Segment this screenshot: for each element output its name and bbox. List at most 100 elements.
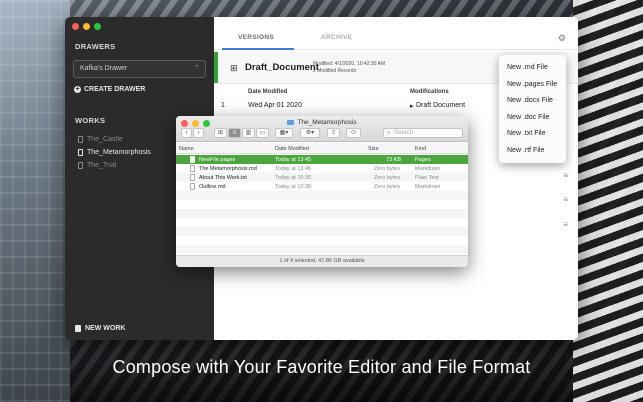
document-title: Draft_Document (245, 62, 319, 73)
work-item-the-metamorphosis[interactable]: The_Metamorphosis (78, 146, 151, 159)
empty-row-stripe (176, 191, 468, 200)
new-file-format-menu: New .md File New .pages File New .docx F… (499, 55, 566, 163)
file-kind: Markdown (415, 165, 441, 172)
document-meta: Modified: 4/1/2020, 10:42:30 AM 2 Modifi… (313, 61, 385, 74)
finder-title: The_Metamorphosis (176, 119, 468, 126)
file-date: Today at 10:30 (275, 183, 312, 190)
group-by-button[interactable]: ▦▾ (275, 128, 293, 138)
document-icon (78, 136, 83, 143)
finder-search-input[interactable]: ⌕ Search (383, 128, 463, 138)
file-row[interactable]: Outline.md Today at 10:30 Zero bytes Mar… (176, 182, 468, 191)
forward-button[interactable]: › (193, 128, 204, 138)
file-name: Outline.md (199, 183, 226, 190)
gear-icon[interactable]: ⚙ (558, 33, 566, 44)
row-index: 1 (221, 102, 225, 109)
document-modified: Modified: 4/1/2020, 10:42:30 AM (313, 61, 385, 67)
file-row[interactable]: NewFile.pages Today at 13:45 73 KB Pages (176, 155, 468, 164)
menu-item-new-doc[interactable]: New .doc File (499, 110, 566, 127)
column-view-button[interactable]: ▥ (242, 128, 255, 138)
col-date-modified[interactable]: Date Modified (275, 146, 309, 152)
search-placeholder: Search (394, 130, 414, 136)
file-icon (190, 183, 195, 190)
menu-item-new-md[interactable]: New .md File (499, 60, 566, 77)
work-item-the-trial[interactable]: The_Trial (78, 159, 151, 172)
action-gear-button[interactable]: ⚙▾ (300, 128, 320, 138)
minimize-button[interactable] (83, 23, 90, 30)
menu-item-new-rtf[interactable]: New .rtf File (499, 143, 566, 160)
tab-bar: VERSIONS ARCHIVE ⚙ (214, 17, 578, 50)
tab-archive[interactable]: ARCHIVE (321, 34, 352, 41)
close-button[interactable] (72, 23, 79, 30)
finder-toolbar: The_Metamorphosis ‹ › ⊞ ≡ ▥ ▭ ▦▾ ⚙▾ ⇪ ⬭ … (176, 116, 468, 142)
menu-item-new-pages[interactable]: New .pages File (499, 77, 566, 94)
plus-circle-icon: + (74, 86, 81, 93)
works-heading: WORKS (75, 116, 106, 125)
file-date: Today at 13:45 (275, 165, 312, 172)
col-size[interactable]: Size (368, 146, 379, 152)
empty-row-stripe (176, 245, 468, 254)
background-building-left (0, 0, 70, 402)
finder-title-text: The_Metamorphosis (297, 119, 357, 126)
create-drawer-button[interactable]: + CREATE DRAWER (74, 86, 145, 93)
finder-window: The_Metamorphosis ‹ › ⊞ ≡ ▥ ▭ ▦▾ ⚙▾ ⇪ ⬭ … (176, 116, 468, 267)
list-view-button[interactable]: ≡ (228, 128, 241, 138)
finder-column-header: Name Date Modified Size Kind (176, 143, 468, 154)
document-records: 2 Modified Records (313, 67, 357, 74)
file-size: Zero bytes (374, 165, 400, 172)
file-kind: Markdown (415, 183, 441, 190)
file-date: Today at 10:30 (275, 174, 312, 181)
icon-view-button[interactable]: ⊞ (214, 128, 227, 138)
hamburger-menu-icon[interactable]: ≡ (563, 171, 568, 180)
col-name[interactable]: Name (179, 146, 194, 152)
new-document-icon (75, 325, 81, 332)
search-icon: ⌕ (387, 130, 391, 136)
updown-chevron-icon: ⌃ (194, 65, 200, 72)
menu-item-new-txt[interactable]: New .txt File (499, 126, 566, 143)
gallery-view-button[interactable]: ▭ (256, 128, 269, 138)
file-kind: Pages (415, 156, 431, 163)
file-size: 73 KB (386, 156, 401, 163)
window-controls (72, 23, 101, 30)
share-button[interactable]: ⇪ (327, 128, 340, 138)
document-icon (78, 162, 83, 169)
drawers-heading: DRAWERS (75, 42, 116, 51)
document-accent-bar (214, 52, 218, 83)
col-kind[interactable]: Kind (415, 146, 426, 152)
back-button[interactable]: ‹ (181, 128, 192, 138)
folder-icon (287, 119, 295, 125)
promo-caption: Compose with Your Favorite Editor and Fi… (112, 357, 531, 377)
file-icon (190, 174, 195, 181)
work-item-label: The_Metamorphosis (87, 149, 151, 156)
row-disclosure-icon[interactable]: ▸ (410, 102, 414, 110)
hamburger-menu-icon[interactable]: ≡ (563, 220, 568, 229)
empty-row-stripe (176, 227, 468, 236)
menu-item-new-docx[interactable]: New .docx File (499, 93, 566, 110)
finder-status-bar: 1 of 4 selected, 47.86 GB available (176, 255, 468, 267)
tag-button[interactable]: ⬭ (346, 128, 361, 138)
file-name: The Metamorphosis.md (199, 165, 257, 172)
document-icon (78, 149, 83, 156)
file-row[interactable]: About This Work.txt Today at 10:30 Zero … (176, 173, 468, 182)
file-icon (190, 165, 195, 172)
hamburger-menu-icon[interactable]: ≡ (563, 195, 568, 204)
drawer-select[interactable]: Kafka's Drawer ⌃ (73, 60, 206, 78)
new-work-button[interactable]: NEW WORK (75, 325, 125, 332)
file-kind: Plain Text (415, 174, 439, 181)
drawer-select-value: Kafka's Drawer (80, 65, 128, 72)
active-tab-indicator (222, 48, 294, 50)
work-item-label: The_Trial (87, 162, 117, 169)
zoom-button[interactable] (94, 23, 101, 30)
file-name: NewFile.pages (199, 156, 236, 163)
tab-versions[interactable]: VERSIONS (238, 34, 274, 41)
work-item-the-castle[interactable]: The_Castle (78, 133, 151, 146)
file-name: About This Work.txt (199, 174, 247, 181)
works-list: The_Castle The_Metamorphosis The_Trial (78, 133, 151, 172)
file-date: Today at 13:45 (275, 156, 312, 163)
row-modification: Draft Document (416, 102, 466, 109)
row-date: Wed Apr 01 2020 (248, 102, 302, 109)
file-row[interactable]: The Metamorphosis.md Today at 13:45 Zero… (176, 164, 468, 173)
tree-hierarchy-icon: ⊞ (230, 63, 238, 73)
file-size: Zero bytes (374, 183, 400, 190)
empty-row-stripe (176, 209, 468, 218)
col-date-modified: Date Modified (248, 89, 288, 95)
